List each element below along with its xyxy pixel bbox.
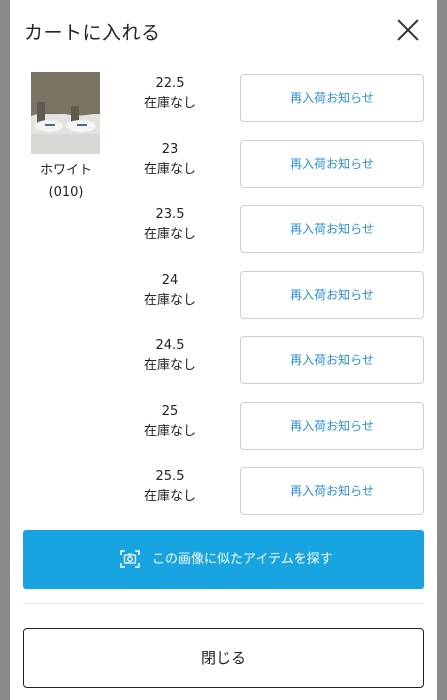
stock-status: 在庫なし xyxy=(143,227,196,242)
size-row: 22.5 在庫なし 再入荷お知らせ xyxy=(120,74,430,122)
stock-status: 在庫なし xyxy=(143,96,196,111)
product-thumbnail[interactable] xyxy=(31,72,100,154)
modal-title: カートに入れる xyxy=(24,22,161,44)
size-info: 23 在庫なし xyxy=(120,140,220,180)
size-label: 25.5 xyxy=(155,469,185,484)
restock-notify-button[interactable]: 再入荷お知らせ xyxy=(240,271,424,319)
size-row: 24 在庫なし 再入荷お知らせ xyxy=(120,271,430,319)
stock-status: 在庫なし xyxy=(143,358,196,373)
restock-notify-button[interactable]: 再入荷お知らせ xyxy=(240,402,424,450)
size-row: 23.5 在庫なし 再入荷お知らせ xyxy=(120,205,430,253)
size-row: 25 在庫なし 再入荷お知らせ xyxy=(120,402,430,450)
size-info: 22.5 在庫なし xyxy=(120,74,220,114)
size-row: 23 在庫なし 再入荷お知らせ xyxy=(120,140,430,188)
restock-notify-button[interactable]: 再入荷お知らせ xyxy=(240,336,424,384)
size-label: 24 xyxy=(161,273,179,288)
close-icon[interactable] xyxy=(396,18,420,42)
restock-notify-button[interactable]: 再入荷お知らせ xyxy=(240,467,424,515)
size-row: 24.5 在庫なし 再入荷お知らせ xyxy=(120,336,430,384)
camera-search-icon xyxy=(120,550,140,568)
size-label: 23 xyxy=(161,142,179,157)
size-label: 24.5 xyxy=(155,338,185,353)
close-button[interactable]: 閉じる xyxy=(23,628,424,688)
size-info: 24.5 在庫なし xyxy=(120,336,220,376)
search-similar-label: この画像に似たアイテムを探す xyxy=(152,552,333,567)
size-info: 25 在庫なし xyxy=(120,402,220,442)
size-label: 22.5 xyxy=(155,76,185,91)
stock-status: 在庫なし xyxy=(143,293,196,308)
stock-status: 在庫なし xyxy=(143,162,196,177)
size-row: 25.5 在庫なし 再入荷お知らせ xyxy=(120,467,430,515)
size-info: 23.5 在庫なし xyxy=(120,205,220,245)
search-similar-items-button[interactable]: この画像に似たアイテムを探す xyxy=(23,530,424,589)
size-label: 25 xyxy=(161,404,179,419)
product-image xyxy=(31,72,100,154)
restock-notify-button[interactable]: 再入荷お知らせ xyxy=(240,74,424,122)
add-to-cart-modal: カートに入れる ホワイト (010) 22.5 在庫なし 再入荷お知らせ 23 … xyxy=(10,0,437,700)
stock-status: 在庫なし xyxy=(143,424,196,439)
color-code: (010) xyxy=(48,185,84,200)
restock-notify-button[interactable]: 再入荷お知らせ xyxy=(240,205,424,253)
size-info: 24 在庫なし xyxy=(120,271,220,311)
stock-status: 在庫なし xyxy=(143,489,196,504)
size-info: 25.5 在庫なし xyxy=(120,467,220,507)
divider xyxy=(23,603,424,604)
restock-notify-button[interactable]: 再入荷お知らせ xyxy=(240,140,424,188)
color-name: ホワイト xyxy=(39,163,92,178)
size-label: 23.5 xyxy=(155,207,185,222)
